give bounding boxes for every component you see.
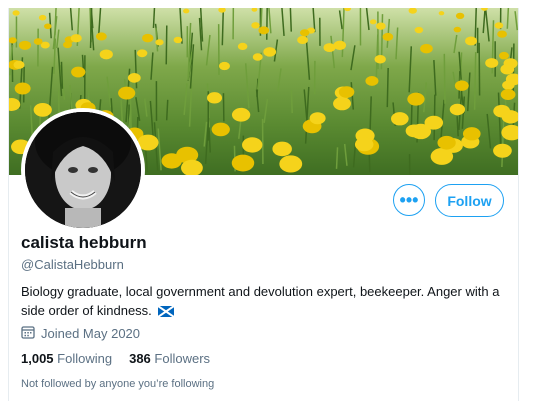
joined-date: Joined May 2020 [21,325,140,342]
follow-button-label: Follow [447,192,492,209]
following-label: Following [57,351,113,366]
followers-link[interactable]: 386 Followers [129,351,210,366]
followers-count: 386 [129,351,151,366]
profile-bio: Biology graduate, local government and d… [21,282,501,322]
bio-text: Biology graduate, local government and d… [21,284,500,318]
user-handle: @CalistaHebburn [21,257,124,272]
followed-by-note: Not followed by anyone you’re following [21,378,215,390]
followers-label: Followers [154,351,211,366]
display-name: calista hebburn [21,233,147,252]
avatar[interactable] [21,108,145,232]
joined-text: Joined May 2020 [41,326,141,341]
calendar-icon [21,325,35,342]
following-count: 1,005 [21,351,54,366]
scotland-flag-icon [157,303,175,322]
following-link[interactable]: 1,005 Following [21,351,112,366]
more-icon: ••• [399,190,419,210]
profile-card: ••• Follow calista hebburn @CalistaHebbu… [8,8,519,401]
follow-stats: 1,005 Following 386 Followers [21,351,227,366]
more-options-button[interactable]: ••• [393,184,425,216]
follow-button[interactable]: Follow [435,184,504,217]
avatar-photo [25,112,141,228]
